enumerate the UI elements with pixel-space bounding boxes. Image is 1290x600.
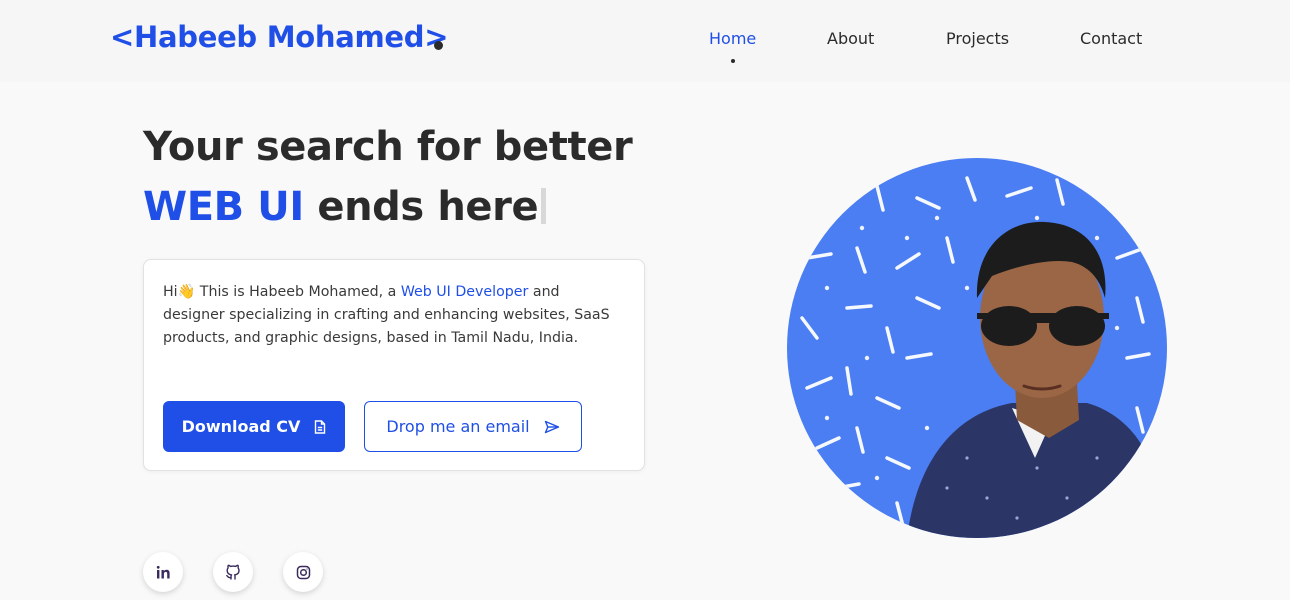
logo-dot (434, 41, 443, 50)
typing-cursor (541, 188, 547, 224)
hero-headline-line1: Your search for better (143, 124, 633, 170)
logo-bracket-open: < (110, 20, 134, 54)
intro-card: Hi👋 This is Habeeb Mohamed, a Web UI Dev… (143, 259, 645, 471)
profile-photo-illustration (787, 158, 1167, 538)
instagram-link[interactable] (283, 552, 323, 592)
github-icon (226, 564, 240, 580)
hero-headline-line2: WEB UI ends here (143, 184, 547, 230)
intro-role-link[interactable]: Web UI Developer (401, 284, 529, 300)
intro-text-part1: Hi👋 This is Habeeb Mohamed, a (163, 284, 401, 300)
nav-projects[interactable]: Projects (946, 29, 1009, 48)
hero-headline-rest: ends here (303, 184, 539, 230)
intro-text: Hi👋 This is Habeeb Mohamed, a Web UI Dev… (163, 281, 623, 350)
email-button-label: Drop me an email (386, 417, 530, 436)
linkedin-link[interactable] (143, 552, 183, 592)
document-icon (315, 419, 326, 434)
site-header: <Habeeb Mohamed> Home About Projects Con… (0, 0, 1290, 82)
nav-home[interactable]: Home (709, 29, 756, 48)
hero-headline-accent: WEB UI (143, 184, 304, 230)
nav-contact[interactable]: Contact (1080, 29, 1142, 48)
nav-about[interactable]: About (827, 29, 874, 48)
download-cv-label: Download CV (181, 417, 301, 436)
linkedin-icon (156, 565, 170, 578)
download-cv-button[interactable]: Download CV (163, 401, 345, 452)
github-link[interactable] (213, 552, 253, 592)
instagram-icon (296, 565, 310, 579)
nav-active-indicator (731, 59, 735, 63)
profile-photo (787, 158, 1167, 538)
site-logo[interactable]: <Habeeb Mohamed> (110, 20, 449, 54)
email-button[interactable]: Drop me an email (364, 401, 582, 452)
send-icon (544, 420, 559, 433)
logo-name: Habeeb Mohamed (134, 20, 425, 54)
